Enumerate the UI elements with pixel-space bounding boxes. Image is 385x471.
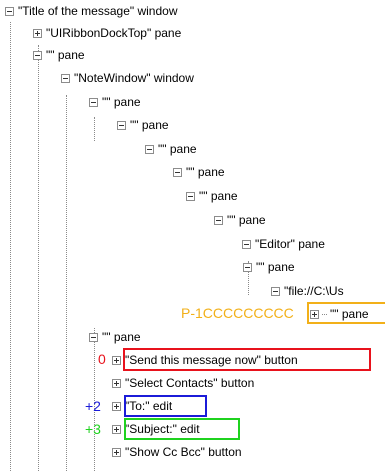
tree-connector: [10, 22, 11, 471]
collapse-toggle-icon[interactable]: [145, 144, 154, 154]
tree-item-pane[interactable]: "" pane: [89, 94, 142, 110]
highlight-box-orange: [307, 302, 385, 324]
tree-item-label: "" pane: [102, 95, 141, 109]
tree-item-label: "Editor" pane: [255, 237, 325, 251]
tree-item-label: "UIRibbonDockTop" pane: [46, 26, 182, 40]
tree-item-editor-pane[interactable]: "Editor" pane: [242, 236, 326, 252]
tree-item-label: "" pane: [158, 142, 197, 156]
collapse-toggle-icon[interactable]: [186, 191, 195, 201]
annotation-green: +3: [85, 421, 101, 437]
annotation-red: 0: [98, 351, 106, 367]
collapse-toggle-icon[interactable]: [61, 73, 70, 83]
tree-item-select-contacts-button[interactable]: "Select Contacts" button: [112, 375, 255, 391]
tree-item-label: "" pane: [130, 118, 169, 132]
tree-connector: [66, 95, 67, 471]
expand-toggle-icon[interactable]: [112, 378, 121, 388]
highlight-box-green: [124, 418, 240, 440]
tree-item-label: "NoteWindow" window: [74, 71, 194, 85]
tree-item-show-cc-bcc-button[interactable]: "Show Cc Bcc" button: [112, 444, 243, 460]
tree-item-pane[interactable]: "" pane: [89, 329, 142, 345]
collapse-toggle-icon[interactable]: [242, 239, 251, 249]
tree-item-label: "" pane: [102, 330, 141, 344]
annotation-orange: P-1CCCCCCCCC: [181, 305, 294, 321]
tree-item-pane[interactable]: "" pane: [186, 188, 239, 204]
tree-item-note-window[interactable]: "NoteWindow" window: [61, 70, 195, 86]
tree-item-pane[interactable]: "" pane: [214, 212, 267, 228]
highlight-box-blue: [124, 395, 207, 417]
tree-item-label: "file://C:\Us: [284, 284, 344, 298]
expand-toggle-icon[interactable]: [33, 28, 42, 38]
tree-item-pane[interactable]: "" pane: [173, 164, 226, 180]
tree-item-label: "Title of the message" window: [18, 4, 178, 18]
collapse-toggle-icon[interactable]: [243, 262, 252, 272]
tree-item-pane[interactable]: "" pane: [33, 47, 86, 63]
tree-item-label: "" pane: [199, 189, 238, 203]
collapse-toggle-icon[interactable]: [89, 332, 98, 342]
tree-item-label: "Show Cc Bcc" button: [125, 445, 242, 459]
expand-toggle-icon[interactable]: [112, 401, 121, 411]
ui-automation-tree: "Title of the message" window "UIRibbonD…: [0, 0, 385, 471]
collapse-toggle-icon[interactable]: [214, 215, 223, 225]
tree-item-label: "" pane: [186, 165, 225, 179]
collapse-toggle-icon[interactable]: [117, 120, 126, 130]
collapse-toggle-icon[interactable]: [33, 50, 42, 60]
tree-connector: [94, 117, 95, 141]
tree-item-label: "Select Contacts" button: [125, 376, 255, 390]
tree-item-pane[interactable]: "" pane: [243, 259, 296, 275]
collapse-toggle-icon[interactable]: [5, 6, 14, 16]
tree-item-title-window[interactable]: "Title of the message" window: [5, 3, 178, 19]
tree-item-file-url[interactable]: "file://C:\Us: [271, 283, 345, 299]
tree-item-pane[interactable]: "" pane: [117, 117, 170, 133]
tree-item-pane[interactable]: "" pane: [145, 141, 198, 157]
expand-toggle-icon[interactable]: [112, 424, 121, 434]
tree-connector: [38, 45, 39, 471]
highlight-box-red: [123, 348, 371, 371]
tree-item-label: "" pane: [256, 260, 295, 274]
tree-item-label: "" pane: [46, 48, 85, 62]
annotation-blue: +2: [85, 398, 101, 414]
collapse-toggle-icon[interactable]: [89, 97, 98, 107]
expand-toggle-icon[interactable]: [112, 355, 121, 365]
collapse-toggle-icon[interactable]: [173, 167, 182, 177]
tree-item-ribbon-dock-pane[interactable]: "UIRibbonDockTop" pane: [33, 25, 182, 41]
tree-item-label: "" pane: [227, 213, 266, 227]
expand-toggle-icon[interactable]: [112, 447, 121, 457]
collapse-toggle-icon[interactable]: [271, 286, 280, 296]
